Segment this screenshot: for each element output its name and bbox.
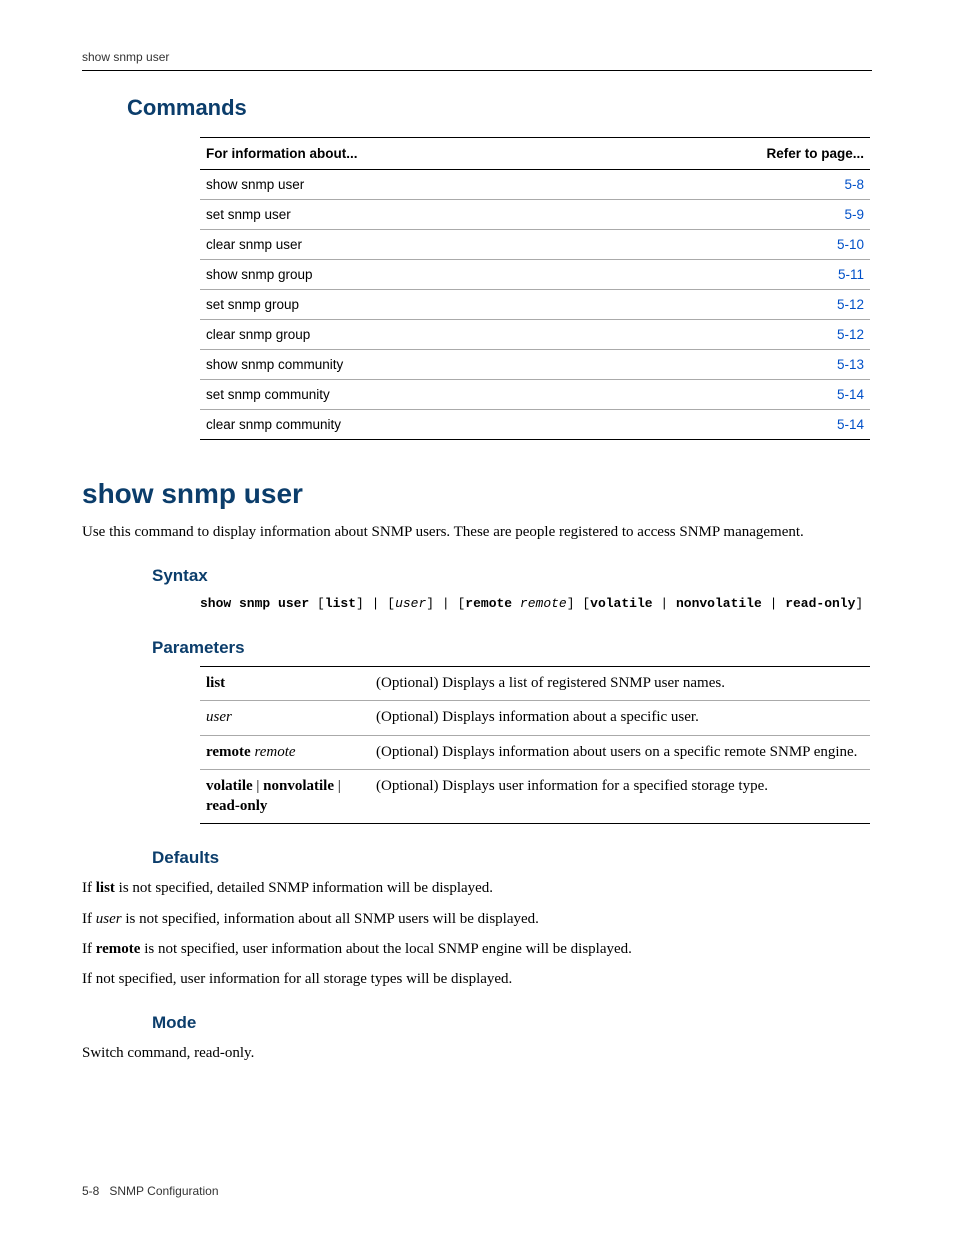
- param-name-cell: volatile | nonvolatile | read-only: [200, 770, 370, 824]
- table-row: show snmp user 5-8: [200, 170, 870, 200]
- table-row: volatile | nonvolatile | read-only(Optio…: [200, 770, 870, 824]
- mode-heading: Mode: [152, 1013, 872, 1033]
- command-name-cell: set snmp community: [200, 380, 601, 410]
- command-name-cell: set snmp user: [200, 200, 601, 230]
- page-ref-cell: 5-10: [601, 230, 870, 260]
- table-row: clear snmp community 5-14: [200, 410, 870, 440]
- table-row: clear snmp user 5-10: [200, 230, 870, 260]
- defaults-line: If user is not specified, information ab…: [82, 909, 872, 929]
- page-ref-cell: 5-11: [601, 260, 870, 290]
- page-ref-cell: 5-14: [601, 380, 870, 410]
- page-ref-cell: 5-8: [601, 170, 870, 200]
- page-link[interactable]: 5-12: [837, 327, 864, 342]
- table-row: show snmp community 5-13: [200, 350, 870, 380]
- page-link[interactable]: 5-8: [844, 177, 864, 192]
- param-name-cell: list: [200, 666, 370, 701]
- defaults-line: If list is not specified, detailed SNMP …: [82, 878, 872, 898]
- page-footer: 5-8 SNMP Configuration: [82, 1184, 872, 1198]
- param-name-cell: remote remote: [200, 735, 370, 770]
- page-link[interactable]: 5-14: [837, 417, 864, 432]
- syntax-heading: Syntax: [152, 566, 872, 586]
- table-row: set snmp community 5-14: [200, 380, 870, 410]
- command-name-cell: clear snmp group: [200, 320, 601, 350]
- parameters-table: list(Optional) Displays a list of regist…: [200, 666, 870, 825]
- mode-text: Switch command, read-only.: [82, 1043, 872, 1063]
- command-name-cell: clear snmp community: [200, 410, 601, 440]
- page-link[interactable]: 5-10: [837, 237, 864, 252]
- table-row: set snmp user 5-9: [200, 200, 870, 230]
- footer-page-number: 5-8: [82, 1184, 99, 1198]
- command-name-cell: show snmp group: [200, 260, 601, 290]
- command-name-cell: set snmp group: [200, 290, 601, 320]
- syntax-line: show snmp user [list] | [user] | [remote…: [200, 594, 872, 614]
- command-title: show snmp user: [82, 478, 872, 510]
- page-link[interactable]: 5-14: [837, 387, 864, 402]
- param-desc-cell: (Optional) Displays information about a …: [370, 701, 870, 736]
- defaults-heading: Defaults: [152, 848, 872, 868]
- table-row: user(Optional) Displays information abou…: [200, 701, 870, 736]
- page-ref-cell: 5-14: [601, 410, 870, 440]
- footer-section: SNMP Configuration: [109, 1184, 218, 1198]
- commands-heading: Commands: [127, 95, 872, 121]
- table-row: clear snmp group 5-12: [200, 320, 870, 350]
- table-row: remote remote(Optional) Displays informa…: [200, 735, 870, 770]
- page-ref-cell: 5-12: [601, 290, 870, 320]
- running-header: show snmp user: [82, 50, 872, 71]
- page-link[interactable]: 5-9: [844, 207, 864, 222]
- defaults-line: If not specified, user information for a…: [82, 969, 872, 989]
- table-row: show snmp group 5-11: [200, 260, 870, 290]
- param-name-cell: user: [200, 701, 370, 736]
- commands-table-head-left: For information about...: [200, 138, 601, 170]
- defaults-line: If remote is not specified, user informa…: [82, 939, 872, 959]
- param-desc-cell: (Optional) Displays information about us…: [370, 735, 870, 770]
- page-ref-cell: 5-12: [601, 320, 870, 350]
- page-ref-cell: 5-9: [601, 200, 870, 230]
- command-intro: Use this command to display information …: [82, 522, 872, 542]
- commands-table-head-right: Refer to page...: [601, 138, 870, 170]
- parameters-heading: Parameters: [152, 638, 872, 658]
- command-name-cell: clear snmp user: [200, 230, 601, 260]
- table-row: list(Optional) Displays a list of regist…: [200, 666, 870, 701]
- commands-table: For information about... Refer to page..…: [200, 137, 870, 440]
- param-desc-cell: (Optional) Displays user information for…: [370, 770, 870, 824]
- command-name-cell: show snmp user: [200, 170, 601, 200]
- page-link[interactable]: 5-12: [837, 297, 864, 312]
- page-ref-cell: 5-13: [601, 350, 870, 380]
- param-desc-cell: (Optional) Displays a list of registered…: [370, 666, 870, 701]
- page-link[interactable]: 5-11: [838, 267, 864, 282]
- page-link[interactable]: 5-13: [837, 357, 864, 372]
- table-row: set snmp group 5-12: [200, 290, 870, 320]
- command-name-cell: show snmp community: [200, 350, 601, 380]
